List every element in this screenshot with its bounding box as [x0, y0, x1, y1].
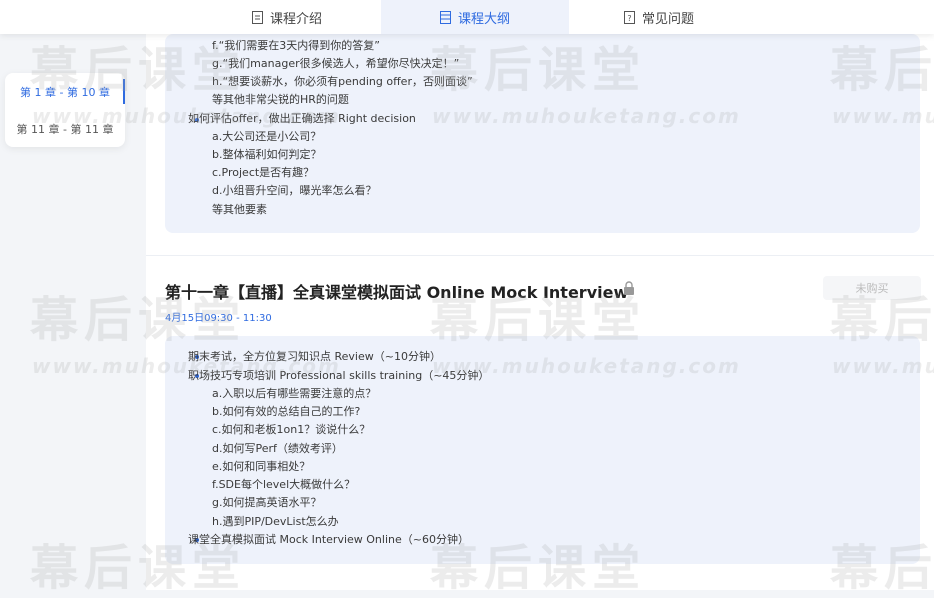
chapter-divider [146, 255, 934, 256]
tab-course-intro[interactable]: 课程介绍 [193, 0, 381, 34]
outline-line: c.Project是否有趣？ [212, 166, 315, 179]
outline-line: h.遇到PIP/DevList怎么办 [212, 515, 339, 528]
outline-line: b.整体福利如何判定？ [212, 148, 322, 161]
outline-content: f.“我们需要在3天内得到你的答复” g.“我们manager很多候选人，希望你… [146, 34, 934, 590]
outline-line: d.小组晋升空间，曝光率怎么看？ [212, 184, 377, 197]
outline-line: 职场技巧专项培训 Professional skills training（~4… [188, 369, 490, 382]
outline-line: e.如何和同事相处？ [212, 460, 311, 473]
chapter-11-title[interactable]: 第十一章【直播】全真课堂模拟面试 Online Mock Interview [165, 279, 628, 303]
lock-icon [624, 281, 634, 295]
outline-line: b.如何有效的总结自己的工作? [212, 405, 361, 418]
outline-icon [439, 10, 451, 24]
outline-line: 如何评估offer，做出正确选择 Right decision [188, 112, 416, 125]
outline-line: 期末考试，全方位复习知识点 Review（~10分钟） [188, 350, 441, 363]
chapter-range-nav: 第 1 章 - 第 10 章 第 11 章 - 第 11 章 [5, 73, 125, 147]
outline-line: h.“想要谈薪水，你必须有pending offer，否则面谈” [212, 75, 473, 88]
tab-course-intro-label: 课程介绍 [269, 11, 322, 27]
question-document-icon: ? [623, 10, 635, 24]
outline-line: 等其他非常尖锐的HR的问题 [212, 93, 349, 106]
course-tabs: 课程介绍 课程大纲 ? 常见问题 [0, 0, 934, 34]
outline-line: 等其他要素 [212, 203, 267, 216]
document-icon [251, 10, 263, 24]
chapter-11-details: 期末考试，全方位复习知识点 Review（~10分钟） 职场技巧专项培训 Pro… [165, 336, 920, 564]
outline-line: c.如何和老板1on1？谈说什么？ [212, 423, 371, 436]
outline-line: g.“我们manager很多候选人，希望你尽快决定！” [212, 57, 460, 70]
outline-line: g.如何提高英语水平？ [212, 496, 322, 509]
chapter-range-11-11[interactable]: 第 11 章 - 第 11 章 [5, 110, 125, 147]
outline-line: a.大公司还是小公司？ [212, 130, 322, 143]
chapter-range-1-10[interactable]: 第 1 章 - 第 10 章 [5, 73, 125, 110]
not-purchased-button[interactable]: 未购买 [823, 276, 921, 300]
chapter-11-time: 4月15日09:30 - 11:30 [165, 313, 272, 324]
outline-line: f.“我们需要在3天内得到你的答复” [212, 39, 380, 52]
outline-line: a.入职以后有哪些需要注意的点？ [212, 387, 377, 400]
tab-faq[interactable]: ? 常见问题 [569, 0, 749, 34]
outline-line: d.如何写Perf（绩效考评） [212, 442, 343, 455]
outline-line: 课堂全真模拟面试 Mock Interview Online（~60分钟） [188, 533, 469, 546]
svg-text:?: ? [627, 14, 631, 23]
outline-line: f.SDE每个level大概做什么？ [212, 478, 356, 491]
tab-course-outline-label: 课程大纲 [457, 11, 510, 27]
tab-course-outline[interactable]: 课程大纲 [381, 0, 569, 34]
chapter-10-details: f.“我们需要在3天内得到你的答复” g.“我们manager很多候选人，希望你… [165, 34, 920, 233]
tab-faq-label: 常见问题 [641, 11, 694, 27]
